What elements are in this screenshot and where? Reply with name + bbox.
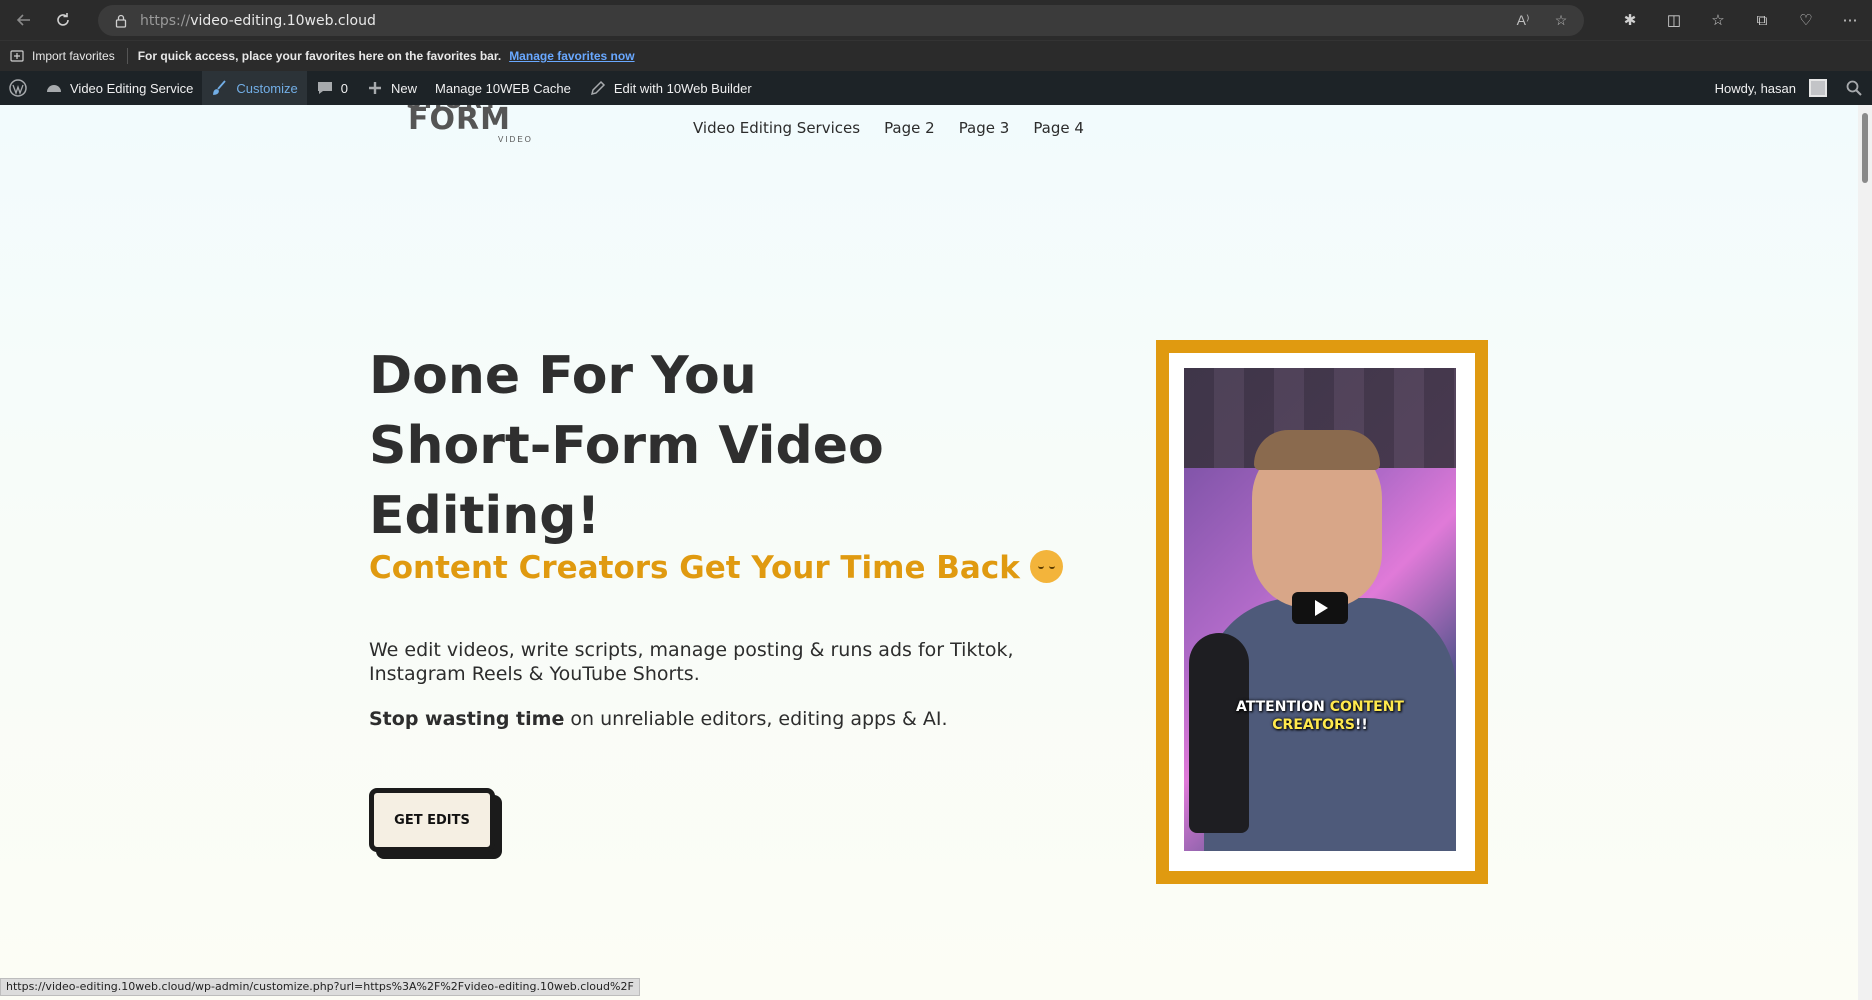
page-content: SHORT FORM VIDEO Video Editing Services … [0, 105, 1858, 1000]
browser-toolbar: https://video-editing.10web.cloud A⁾ ☆ ✱… [0, 0, 1872, 40]
wp-my-account[interactable]: Howdy, hasan [1706, 71, 1836, 105]
refresh-icon [57, 13, 69, 26]
read-aloud-icon[interactable]: A⁾ [1514, 12, 1532, 30]
scrollbar-thumb[interactable] [1862, 113, 1868, 183]
split-screen-icon[interactable]: ◫ [1652, 0, 1696, 40]
video-frame: ATTENTION CONTENT CREATORS!! [1156, 340, 1488, 884]
wp-admin-bar: Video Editing Service Customize 0 New Ma… [0, 71, 1872, 105]
menu-item-page-2[interactable]: Page 2 [884, 119, 935, 137]
favorite-star-icon[interactable]: ☆ [1552, 12, 1570, 30]
pencil-icon [590, 80, 605, 96]
favorites-tip: For quick access, place your favorites h… [137, 49, 502, 63]
browser-essentials-icon[interactable]: ♡ [1784, 0, 1828, 40]
main-menu: Video Editing Services Page 2 Page 3 Pag… [693, 119, 1084, 137]
avatar [1809, 79, 1827, 97]
site-name-label: Video Editing Service [70, 80, 194, 96]
extensions-icon[interactable]: ✱ [1608, 0, 1652, 40]
menu-item-page-4[interactable]: Page 4 [1033, 119, 1084, 137]
caption-attention: ATTENTION [1236, 699, 1330, 715]
caption-exclaim: !! [1354, 717, 1368, 733]
hero-subtitle: Content Creators Get Your Time Back [369, 550, 1063, 586]
wp-search[interactable] [1836, 71, 1872, 105]
logo-line3: VIDEO [498, 135, 533, 144]
logo-line2: FORM [408, 105, 511, 137]
hero-title-line2: Short-Form Video [369, 416, 884, 476]
customize-label: Customize [236, 80, 298, 96]
page-scrollbar[interactable] [1858, 105, 1872, 1000]
caption-creators: CREATORS [1272, 717, 1355, 733]
person-hair [1254, 430, 1380, 470]
wp-manage-cache[interactable]: Manage 10WEB Cache [426, 71, 580, 105]
wp-customize[interactable]: Customize [202, 71, 307, 105]
search-icon [1846, 80, 1862, 96]
address-bar[interactable]: https://video-editing.10web.cloud A⁾ ☆ [98, 5, 1584, 36]
more-menu-icon[interactable]: ⋯ [1828, 0, 1872, 40]
caption-content: CONTENT [1329, 699, 1404, 715]
brush-icon [213, 80, 227, 95]
hero-subtitle-text: Content Creators Get Your Time Back [369, 550, 1020, 586]
browser-right-icons: ✱ ◫ ☆ ⧉ ♡ ⋯ [1608, 0, 1872, 40]
favorites-bar: Import favorites For quick access, place… [0, 40, 1872, 71]
desc2-bold: Stop wasting time [369, 708, 565, 730]
wp-new-content[interactable]: New [357, 71, 426, 105]
back-button[interactable] [9, 5, 39, 35]
import-favorites-label: Import favorites [32, 49, 115, 63]
relieved-face-icon [1029, 550, 1063, 583]
cache-label: Manage 10WEB Cache [435, 80, 571, 96]
wordpress-icon [9, 79, 27, 97]
video-caption: ATTENTION CONTENT CREATORS!! [1184, 698, 1456, 734]
url-host: video-editing.10web.cloud [190, 12, 376, 29]
lock-icon [115, 14, 127, 28]
new-label: New [391, 80, 418, 96]
wp-edit-builder[interactable]: Edit with 10Web Builder [580, 71, 761, 105]
hero-description-2: Stop wasting time on unreliable editors,… [369, 708, 948, 730]
manage-favorites-link[interactable]: Manage favorites now [509, 49, 634, 63]
address-bar-icons: A⁾ ☆ [1514, 5, 1570, 36]
hero-description: We edit videos, write scripts, manage po… [369, 639, 1014, 685]
import-favorites-button[interactable]: Import favorites [10, 48, 128, 64]
wp-site-name[interactable]: Video Editing Service [36, 71, 202, 105]
hero-title: Done For You Short-Form Video Editing! [369, 341, 1009, 551]
status-bar-url: https://video-editing.10web.cloud/wp-adm… [0, 978, 640, 996]
import-icon [10, 50, 24, 62]
howdy-label: Howdy, hasan [1714, 80, 1796, 96]
play-button-icon[interactable] [1292, 592, 1348, 624]
hero-title-line1: Done For You [369, 346, 757, 406]
wp-logo-menu[interactable] [0, 71, 36, 105]
dashboard-icon [47, 85, 61, 92]
wp-comments[interactable]: 0 [307, 71, 357, 105]
desc2-rest: on unreliable editors, editing apps & AI… [564, 708, 948, 730]
collections-icon[interactable]: ⧉ [1740, 0, 1784, 40]
refresh-button[interactable] [48, 5, 78, 35]
comment-icon [317, 82, 332, 94]
get-edits-button[interactable]: GET EDITS [369, 788, 495, 852]
menu-item-video-editing-services[interactable]: Video Editing Services [693, 119, 860, 137]
plus-icon [369, 82, 381, 94]
site-logo[interactable]: SHORT FORM VIDEO [406, 105, 531, 147]
hero-title-line3: Editing! [369, 486, 601, 546]
back-arrow-icon [16, 14, 30, 26]
wp-admin-bar-right: Howdy, hasan [1706, 71, 1872, 105]
url-text: https://video-editing.10web.cloud [140, 13, 376, 29]
builder-label: Edit with 10Web Builder [613, 80, 752, 96]
video-player[interactable]: ATTENTION CONTENT CREATORS!! [1184, 368, 1456, 851]
comments-count: 0 [340, 80, 348, 96]
menu-item-page-3[interactable]: Page 3 [959, 119, 1010, 137]
favorites-icon[interactable]: ☆ [1696, 0, 1740, 40]
url-protocol: https:// [140, 12, 191, 29]
